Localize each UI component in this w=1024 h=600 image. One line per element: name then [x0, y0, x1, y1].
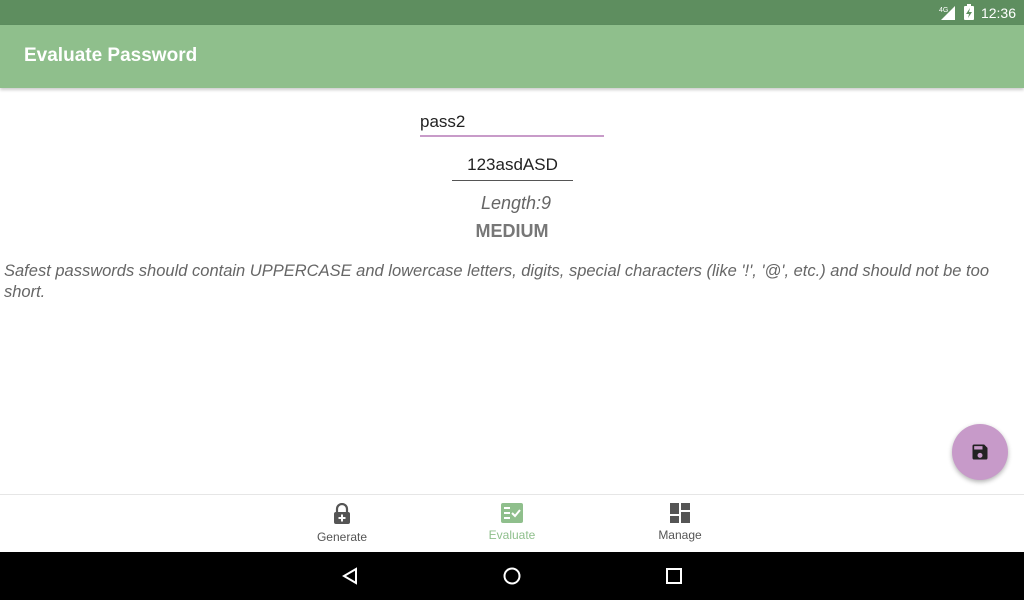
system-navigation-bar — [0, 552, 1024, 600]
strength-label: MEDIUM — [475, 221, 549, 241]
clock: 12:36 — [980, 4, 1016, 21]
nav-item-generate[interactable]: Generate — [282, 503, 402, 544]
password-field[interactable]: 123asdASD — [452, 155, 573, 181]
status-bar: 4G 12:36 — [0, 0, 1024, 25]
checklist-icon — [501, 503, 523, 523]
dashboard-icon — [670, 503, 690, 523]
back-icon[interactable] — [340, 566, 360, 586]
password-name-input[interactable] — [420, 109, 604, 137]
nav-label-evaluate: Evaluate — [488, 528, 536, 542]
nav-label-generate: Generate — [316, 530, 368, 544]
length-label: Length:9 — [480, 193, 552, 213]
password-hint: Safest passwords should contain UPPERCAS… — [4, 262, 989, 301]
network-type: 4G — [939, 7, 948, 14]
app-bar: Evaluate Password — [0, 25, 1024, 88]
recents-icon[interactable] — [664, 566, 684, 586]
nav-label-manage: Manage — [658, 528, 702, 542]
save-icon — [972, 444, 988, 460]
save-button[interactable] — [952, 424, 1008, 480]
nav-item-manage[interactable]: Manage — [620, 503, 740, 542]
bottom-navigation: Generate Evaluate Manage — [0, 494, 1024, 553]
nav-item-evaluate[interactable]: Evaluate — [452, 503, 572, 542]
lock-add-icon — [334, 503, 350, 524]
cell-signal-icon: 4G — [939, 5, 955, 20]
status-icons: 4G 12:36 — [939, 0, 1016, 25]
page-title: Evaluate Password — [24, 45, 198, 66]
home-icon[interactable] — [502, 566, 522, 586]
battery-charging-icon — [963, 4, 974, 20]
